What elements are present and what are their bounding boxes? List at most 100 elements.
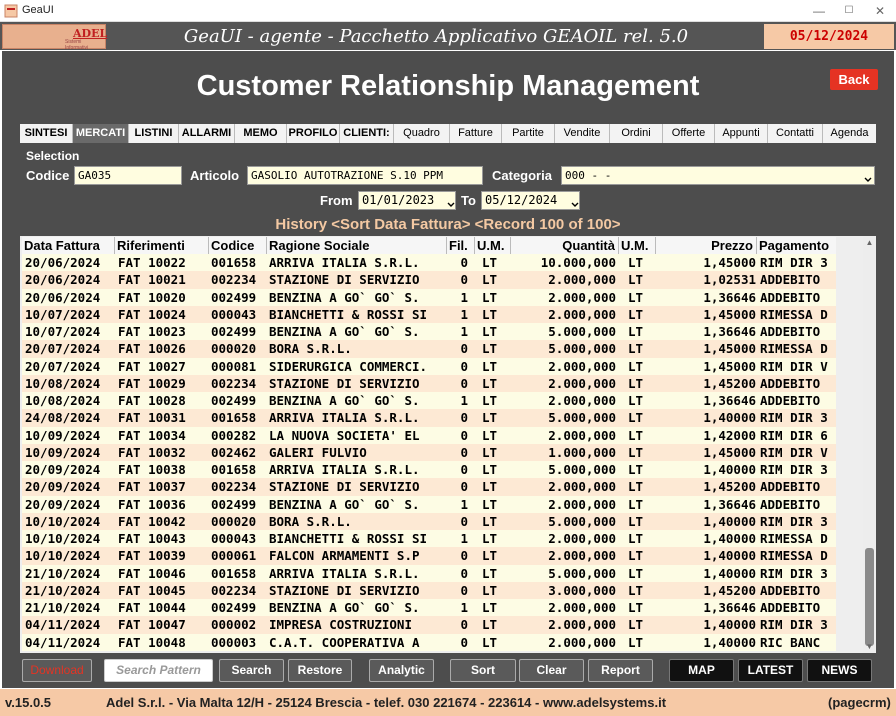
tab-offerte[interactable]: Offerte <box>663 124 715 143</box>
from-date-dropdown-icon[interactable] <box>447 200 455 208</box>
tab-allarmi[interactable]: ALLARMI <box>179 124 235 143</box>
scroll-up-icon[interactable]: ▲ <box>863 236 876 249</box>
from-date-field[interactable]: 01/01/2023 <box>358 191 456 210</box>
table-row[interactable]: 10/08/2024 FAT 10028 002499 BENZINA A GO` G… <box>22 392 836 410</box>
clear-button[interactable]: Clear <box>519 659 584 682</box>
sort-button[interactable]: Sort <box>450 659 516 682</box>
categoria-select[interactable]: 000 - - <box>561 166 875 185</box>
cell-codice: 002499 <box>211 393 257 408</box>
tab-contatti[interactable]: Contatti <box>768 124 823 143</box>
table-row[interactable]: 20/09/2024 FAT 10036 002499 BENZINA A GO` G… <box>22 495 836 513</box>
close-icon[interactable]: ✕ <box>864 0 896 22</box>
col-header-fil[interactable]: Fil. <box>447 237 475 254</box>
tab-clienti[interactable]: CLIENTI: <box>340 124 394 143</box>
cell-quantita: 2.000,000 <box>548 548 616 564</box>
table-row[interactable]: 10/10/2024 FAT 10042 000020 BORA S.R.L. 0 LT 5… <box>22 512 836 530</box>
to-date-dropdown-icon[interactable] <box>571 200 579 208</box>
table-row[interactable]: 10/09/2024 FAT 10034 000282 LA NUOVA SOCIET… <box>22 426 836 444</box>
table-row[interactable]: 20/06/2024 FAT 10022 001658 ARRIVA ITALIA S… <box>22 254 836 272</box>
tab-quadro[interactable]: Quadro <box>394 124 450 143</box>
tab-agenda[interactable]: Agenda <box>823 124 876 143</box>
cell-fil: 0 <box>460 272 468 288</box>
search-pattern-input[interactable]: Search Pattern <box>104 659 213 682</box>
tab-sintesi[interactable]: SINTESI <box>20 124 73 143</box>
cell-ragione-sociale: IMPRESA COSTRUZIONI <box>269 617 412 633</box>
col-header-quantita[interactable]: Quantità <box>511 237 619 254</box>
table-row[interactable]: 04/11/2024 FAT 10047 000002 IMPRESA COSTRUZ… <box>22 616 836 634</box>
table-row[interactable]: 04/11/2024 FAT 10048 000003 C.A.T. COOPERAT… <box>22 633 836 651</box>
cell-ragione-sociale: ARRIVA ITALIA S.R.L. <box>269 565 420 581</box>
cell-um-2: LT <box>628 634 644 650</box>
cell-quantita: 5.000,000 <box>548 410 616 426</box>
cell-pagamento: RIM DIR 3 <box>760 565 828 581</box>
table-row[interactable]: 20/06/2024 FAT 10020 002499 BENZINA A GO` G… <box>22 288 836 306</box>
table-row[interactable]: 20/09/2024 FAT 10037 002234 STAZIONE DI SER… <box>22 478 836 496</box>
codice-field[interactable]: GA035 <box>74 166 182 185</box>
cell-um: LT <box>482 306 498 322</box>
analytic-button[interactable]: Analytic <box>369 659 434 682</box>
grid-vertical-scrollbar[interactable]: ▲ ▼ <box>863 236 876 653</box>
col-header-riferimenti[interactable]: Riferimenti <box>115 237 209 254</box>
col-header-data-fattura[interactable]: Data Fattura <box>22 237 115 254</box>
col-header-pagamento[interactable]: Pagamento <box>757 237 836 254</box>
search-button[interactable]: Search <box>219 659 284 682</box>
table-row[interactable]: 21/10/2024 FAT 10044 002499 BENZINA A GO` G… <box>22 599 836 617</box>
map-button[interactable]: MAP <box>669 659 734 682</box>
col-header-prezzo[interactable]: Prezzo <box>656 237 757 254</box>
scroll-thumb[interactable] <box>865 548 874 646</box>
cell-data-fattura: 10/08/2024 <box>25 393 101 408</box>
table-row[interactable]: 10/07/2024 FAT 10024 000043 BIANCHETTI & RO… <box>22 305 836 323</box>
cell-pagamento: RIM DIR 3 <box>760 462 828 477</box>
scroll-down-icon[interactable]: ▼ <box>863 640 876 653</box>
tab-profilo[interactable]: PROFILO <box>287 124 340 143</box>
news-button[interactable]: NEWS <box>807 659 872 682</box>
col-header-ragione-sociale[interactable]: Ragione Sociale <box>267 237 447 254</box>
col-header-um-2[interactable]: U.M. <box>619 237 656 254</box>
categoria-dropdown-icon[interactable] <box>864 175 872 183</box>
table-row[interactable]: 10/10/2024 FAT 10039 000061 FALCON ARMAMENT… <box>22 547 836 565</box>
cell-ragione-sociale: FALCON ARMAMENTI S.P <box>269 548 420 564</box>
tab-listini[interactable]: LISTINI <box>129 124 179 143</box>
to-date-field[interactable]: 05/12/2024 <box>481 191 580 210</box>
cell-prezzo: 1,45200 <box>703 582 756 598</box>
cell-ragione-sociale: BIANCHETTI & ROSSI SI <box>269 531 428 546</box>
table-row[interactable]: 20/07/2024 FAT 10027 000081 SIDERURGICA COM… <box>22 357 836 375</box>
cell-quantita: 2.000,000 <box>548 479 616 495</box>
tab-fatture[interactable]: Fatture <box>450 124 502 143</box>
cell-um: LT <box>482 410 498 426</box>
table-row[interactable]: 20/09/2024 FAT 10038 001658 ARRIVA ITALIA S… <box>22 461 836 479</box>
cell-data-fattura: 21/10/2024 <box>25 582 101 598</box>
cell-ragione-sociale: STAZIONE DI SERVIZIO <box>269 582 420 598</box>
table-row[interactable]: 24/08/2024 FAT 10031 001658 ARRIVA ITALIA S… <box>22 409 836 427</box>
maximize-icon[interactable]: ☐ <box>834 0 864 22</box>
table-row[interactable]: 10/07/2024 FAT 10023 002499 BENZINA A GO` G… <box>22 323 836 341</box>
cell-data-fattura: 10/08/2024 <box>25 375 101 391</box>
tab-appunti[interactable]: Appunti <box>715 124 768 143</box>
cell-um-2: LT <box>628 513 644 529</box>
tab-vendite[interactable]: Vendite <box>555 124 610 143</box>
tab-ordini[interactable]: Ordini <box>610 124 663 143</box>
tab-partite[interactable]: Partite <box>502 124 555 143</box>
to-label: To <box>461 193 476 208</box>
tab-mercati[interactable]: MERCATI <box>73 124 129 143</box>
back-button[interactable]: Back <box>830 69 878 90</box>
articolo-field[interactable]: GASOLIO AUTOTRAZIONE S.10 PPM <box>247 166 483 185</box>
restore-button[interactable]: Restore <box>288 659 352 682</box>
minimize-icon[interactable]: — <box>804 0 834 22</box>
report-button[interactable]: Report <box>588 659 653 682</box>
download-button[interactable]: Download <box>22 659 92 682</box>
latest-button[interactable]: LATEST <box>738 659 803 682</box>
table-row[interactable]: 21/10/2024 FAT 10046 001658 ARRIVA ITALIA S… <box>22 564 836 582</box>
cell-data-fattura: 10/10/2024 <box>25 531 101 546</box>
cell-fil: 0 <box>460 341 468 357</box>
col-header-codice[interactable]: Codice <box>209 237 267 254</box>
table-row[interactable]: 10/10/2024 FAT 10043 000043 BIANCHETTI & RO… <box>22 530 836 548</box>
table-row[interactable]: 10/08/2024 FAT 10029 002234 STAZIONE DI SER… <box>22 374 836 392</box>
cell-fil: 1 <box>460 393 468 408</box>
table-row[interactable]: 20/06/2024 FAT 10021 002234 STAZIONE DI SER… <box>22 271 836 289</box>
table-row[interactable]: 21/10/2024 FAT 10045 002234 STAZIONE DI SER… <box>22 581 836 599</box>
tab-memo[interactable]: MEMO <box>235 124 287 143</box>
table-row[interactable]: 20/07/2024 FAT 10026 000020 BORA S.R.L. 0 LT 5… <box>22 340 836 358</box>
col-header-um[interactable]: U.M. <box>475 237 511 254</box>
table-row[interactable]: 10/09/2024 FAT 10032 002462 GALERI FULVIO 0 L… <box>22 443 836 461</box>
